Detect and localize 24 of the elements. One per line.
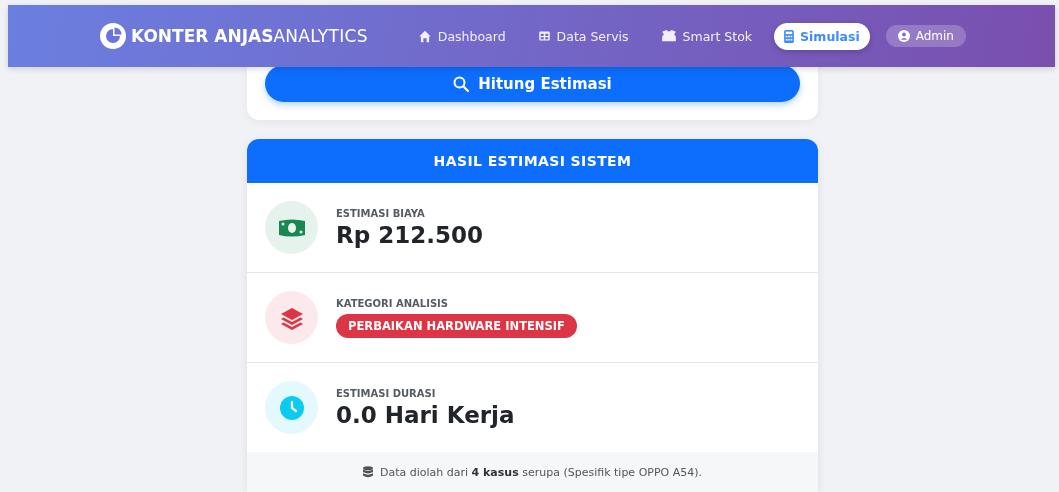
user-menu[interactable]: Admin bbox=[885, 25, 966, 47]
item-value: 0.0 Hari Kerja bbox=[336, 401, 515, 428]
brand-suffix: ANALYTICS bbox=[273, 26, 368, 46]
calculate-button[interactable]: Hitung Estimasi bbox=[265, 65, 800, 102]
item-label: ESTIMASI DURASI bbox=[336, 387, 436, 399]
item-value: Rp 212.500 bbox=[336, 221, 483, 248]
nav-link[interactable]: Data Servis bbox=[527, 22, 639, 50]
brand-name: KONTER ANJAS bbox=[131, 26, 274, 46]
user-icon bbox=[897, 30, 910, 42]
database-icon bbox=[362, 466, 373, 478]
category-badge: PERBAIKAN HARDWARE INTENSIF bbox=[336, 313, 577, 338]
table-icon bbox=[537, 30, 551, 42]
nav-link[interactable]: Smart Stok bbox=[650, 22, 763, 50]
chart-logo-icon bbox=[100, 23, 126, 49]
search-icon bbox=[453, 75, 470, 92]
result-title: HASIL ESTIMASI SISTEM bbox=[247, 139, 818, 183]
nav-link[interactable]: Simulasi bbox=[774, 22, 870, 50]
boxes-icon bbox=[660, 30, 677, 42]
nav-link[interactable]: Dashboard bbox=[407, 22, 516, 50]
item-label: ESTIMASI BIAYA bbox=[336, 207, 425, 219]
house-icon bbox=[417, 29, 432, 43]
item-label: KATEGORI ANALISIS bbox=[336, 297, 449, 309]
note-text: Data diolah dari 4 kasus serupa (Spesifik tipe OPPO A54). bbox=[379, 465, 703, 479]
calculator-icon bbox=[784, 29, 795, 43]
